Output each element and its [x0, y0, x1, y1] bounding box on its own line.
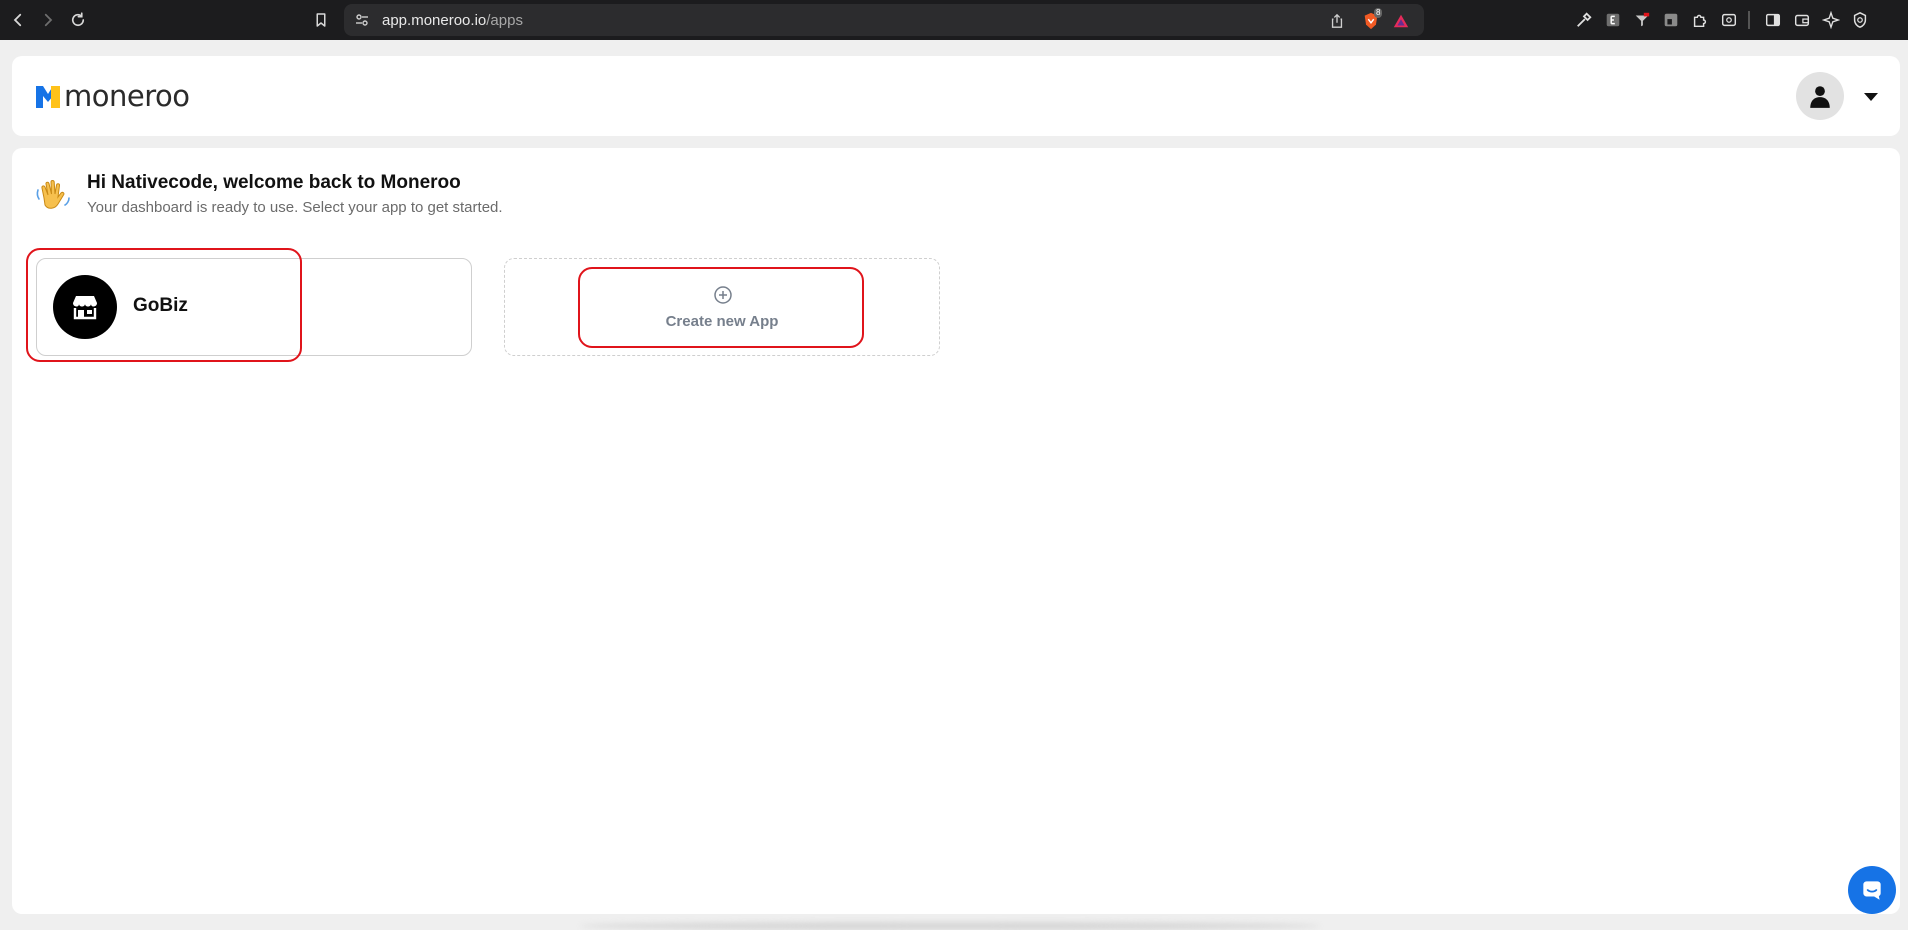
bookmark-icon[interactable]	[309, 8, 333, 32]
logo-text: moneroo	[64, 79, 190, 113]
browser-toolbar: app.moneroo.io/apps 8	[0, 0, 1908, 40]
app-header: moneroo	[12, 56, 1900, 136]
site-settings-icon[interactable]	[354, 12, 370, 28]
extension-e-icon[interactable]	[1603, 10, 1623, 30]
extension-filter-icon[interactable]	[1632, 10, 1652, 30]
app-card-gobiz[interactable]: GoBiz	[36, 258, 472, 356]
toolbar-divider	[1748, 11, 1750, 29]
extension-grid-icon[interactable]	[1661, 10, 1681, 30]
reload-icon[interactable]	[66, 8, 90, 32]
moneroo-logo-mark-icon	[36, 85, 60, 108]
moneroo-logo[interactable]: moneroo	[36, 82, 190, 111]
url-host: app.moneroo.io	[382, 12, 487, 29]
share-icon[interactable]	[1328, 12, 1346, 30]
app-name: GoBiz	[133, 295, 188, 316]
welcome-title: Hi Nativecode, welcome back to Moneroo	[87, 172, 461, 193]
app-avatar	[53, 275, 117, 339]
welcome-subtitle: Your dashboard is ready to use. Select y…	[87, 199, 503, 216]
forward-icon[interactable]	[36, 8, 60, 32]
back-icon[interactable]	[6, 8, 30, 32]
address-bar[interactable]: app.moneroo.io/apps 8	[344, 4, 1424, 36]
url-text: app.moneroo.io/apps	[382, 12, 523, 29]
chat-button[interactable]	[1848, 866, 1896, 914]
brave-rewards-icon[interactable]	[1392, 12, 1410, 30]
screenshot-icon[interactable]	[1719, 10, 1739, 30]
shields-badge: 8	[1374, 8, 1383, 18]
waving-hand-icon	[36, 180, 70, 209]
plus-circle-icon	[714, 286, 732, 304]
puzzle-icon[interactable]	[1690, 10, 1710, 30]
wallet-icon[interactable]	[1792, 10, 1812, 30]
storefront-icon	[73, 296, 97, 320]
sidebar-icon[interactable]	[1763, 10, 1783, 30]
chevron-down-icon[interactable]	[1864, 92, 1878, 102]
url-path: /apps	[486, 12, 523, 29]
brave-shields-icon[interactable]: 8	[1360, 8, 1383, 30]
user-icon	[1810, 86, 1830, 108]
user-avatar[interactable]	[1796, 72, 1844, 120]
apps-panel: Hi Nativecode, welcome back to Moneroo Y…	[12, 148, 1900, 914]
chat-icon	[1863, 881, 1881, 900]
leo-ai-icon[interactable]	[1821, 10, 1841, 30]
create-app-label: Create new App	[665, 313, 779, 330]
eyedropper-icon[interactable]	[1574, 10, 1594, 30]
vpn-shield-icon[interactable]	[1850, 10, 1870, 30]
bottom-shadow	[580, 922, 1320, 930]
create-app-card[interactable]: Create new App	[504, 258, 940, 356]
